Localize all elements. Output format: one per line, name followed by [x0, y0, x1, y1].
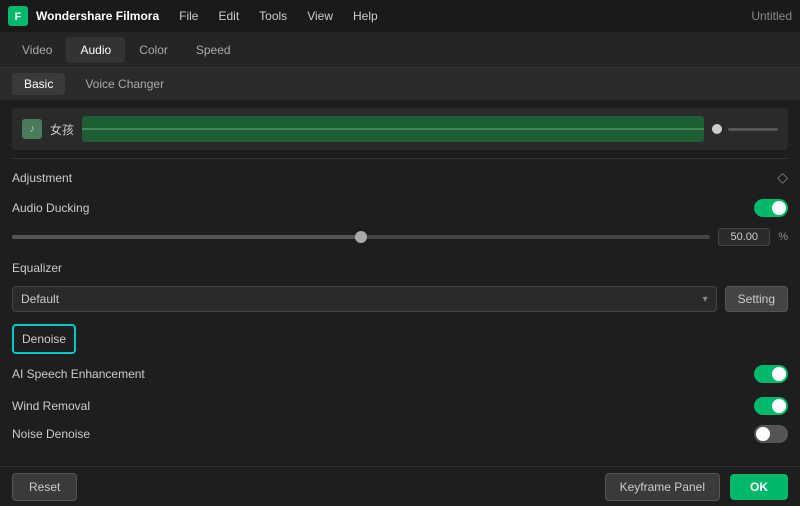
ok-button[interactable]: OK	[730, 474, 788, 500]
tab-audio[interactable]: Audio	[66, 37, 125, 63]
bottom-bar: Reset Keyframe Panel OK	[0, 466, 800, 506]
track-icon: ♪	[22, 119, 42, 139]
adjustment-title: Adjustment	[12, 171, 72, 185]
tab-speed[interactable]: Speed	[182, 37, 245, 63]
audio-ducking-toggle[interactable]	[754, 199, 788, 217]
wind-removal-label: Wind Removal	[12, 399, 90, 413]
reset-button[interactable]: Reset	[12, 473, 77, 501]
slider-fill	[12, 235, 361, 239]
keyframe-panel-button[interactable]: Keyframe Panel	[605, 473, 720, 501]
window-title: Untitled	[751, 9, 792, 23]
keyframe-diamond-icon[interactable]: ◇	[777, 169, 788, 186]
menu-bar: File Edit Tools View Help	[171, 5, 386, 27]
equalizer-label-row: Equalizer	[12, 254, 788, 282]
menu-file[interactable]: File	[171, 5, 206, 27]
slider-thumb[interactable]	[355, 231, 367, 243]
sub-tab-voice-changer[interactable]: Voice Changer	[73, 73, 176, 95]
tab-color[interactable]: Color	[125, 37, 182, 63]
noise-denoise-toggle[interactable]	[754, 425, 788, 443]
audio-ducking-label: Audio Ducking	[12, 201, 89, 215]
audio-ducking-slider[interactable]	[12, 235, 710, 239]
audio-ducking-slider-row: 50.00 %	[12, 224, 788, 254]
sub-tabs: Basic Voice Changer	[0, 68, 800, 100]
chevron-down-icon: ▾	[703, 294, 708, 305]
slider-unit: %	[778, 231, 788, 243]
bottom-right-actions: Keyframe Panel OK	[605, 473, 788, 501]
adjustment-section-header: Adjustment ◇	[12, 158, 788, 192]
menu-view[interactable]: View	[299, 5, 341, 27]
settings-panel: Adjustment ◇ Audio Ducking 50.00 % Equal…	[0, 158, 800, 446]
equalizer-label: Equalizer	[12, 261, 62, 275]
noise-denoise-label: Noise Denoise	[12, 427, 90, 441]
wind-removal-toggle[interactable]	[754, 397, 788, 415]
volume-line	[728, 128, 778, 131]
track-waveform[interactable]	[82, 116, 704, 142]
app-brand: Wondershare Filmora	[36, 9, 159, 23]
audio-track-area: ♪ 女孩	[12, 108, 788, 150]
noise-denoise-row: Noise Denoise	[12, 422, 788, 446]
denoise-label: Denoise	[22, 332, 66, 346]
sub-tab-basic[interactable]: Basic	[12, 73, 65, 95]
ai-speech-row: AI Speech Enhancement	[12, 358, 788, 390]
ai-speech-toggle[interactable]	[754, 365, 788, 383]
track-volume	[712, 124, 778, 134]
equalizer-select[interactable]: Default ▾	[12, 286, 717, 312]
menu-edit[interactable]: Edit	[210, 5, 247, 27]
title-bar: F Wondershare Filmora File Edit Tools Vi…	[0, 0, 800, 32]
equalizer-setting-button[interactable]: Setting	[725, 286, 788, 312]
ai-speech-label: AI Speech Enhancement	[12, 367, 145, 381]
tab-video[interactable]: Video	[8, 37, 66, 63]
main-tabs: Video Audio Color Speed	[0, 32, 800, 68]
audio-ducking-value[interactable]: 50.00	[718, 228, 770, 246]
track-label: 女孩	[50, 121, 74, 138]
audio-ducking-row: Audio Ducking	[12, 192, 788, 224]
menu-help[interactable]: Help	[345, 5, 386, 27]
menu-tools[interactable]: Tools	[251, 5, 295, 27]
wind-removal-row: Wind Removal	[12, 390, 788, 422]
volume-dot	[712, 124, 722, 134]
svg-text:F: F	[15, 11, 22, 23]
equalizer-row: Default ▾ Setting	[12, 282, 788, 320]
denoise-box: Denoise	[12, 324, 76, 354]
app-logo: F	[8, 6, 28, 26]
